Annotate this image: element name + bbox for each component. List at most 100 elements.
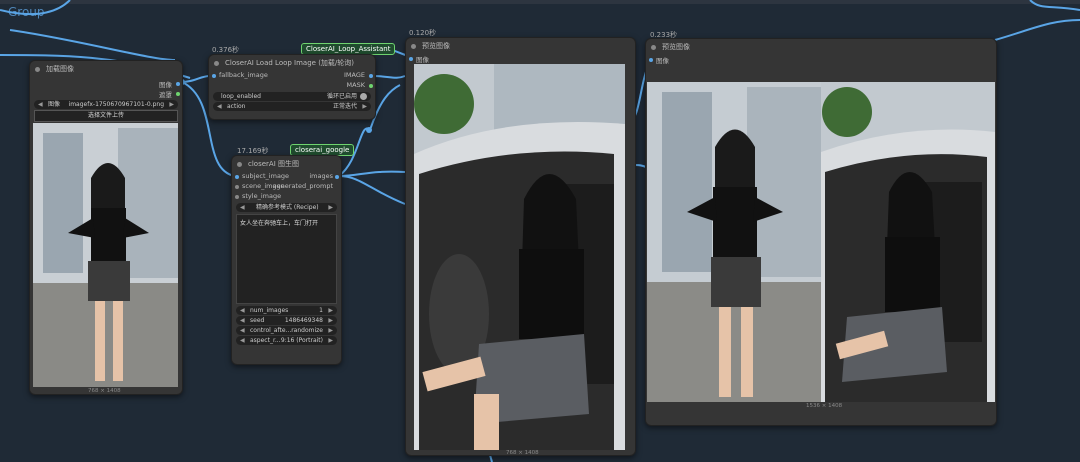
output-label: IMAGE (343, 71, 365, 79)
widget-value: 循环已启用 (326, 93, 357, 100)
port-row: style_image (232, 192, 341, 202)
output-label: images (309, 172, 333, 180)
node-header[interactable]: 加载图像 (30, 61, 182, 77)
widget-label: 图像 (48, 101, 61, 108)
widget-label: action (227, 103, 246, 110)
arrow-right-icon[interactable]: ▶ (328, 203, 333, 212)
arrow-left-icon[interactable]: ◀ (38, 100, 43, 109)
seed-widget[interactable]: ◀ seed 1486469348 ▶ (236, 316, 337, 325)
widget-value: 9:16 (Portrait) (280, 337, 323, 344)
arrow-right-icon[interactable]: ▶ (362, 102, 367, 111)
output-row: 图像 (30, 79, 182, 89)
preview-image-node-2[interactable]: 预览图像 图像 1536 × 1408 (645, 38, 997, 426)
node-header[interactable]: CloserAI Load Loop Image (加载/轮询) (209, 55, 375, 71)
node-title: closerAI 图生图 (248, 160, 299, 168)
node-title: CloserAI Load Loop Image (加载/轮询) (225, 59, 355, 67)
recipe-select-widget[interactable]: ◀ 精确参考模式 (Recipe) ▶ (236, 203, 337, 212)
input-label: subject_image (242, 172, 290, 180)
node-header[interactable]: closerAI 图生图 (232, 156, 341, 172)
collapse-dot-icon[interactable] (411, 44, 416, 49)
arrow-left-icon[interactable]: ◀ (217, 102, 222, 111)
widget-value: 正常迭代 (332, 103, 357, 110)
node-header[interactable]: 预览图像 (646, 39, 996, 55)
output-port-image[interactable] (176, 82, 180, 86)
arrow-left-icon[interactable]: ◀ (240, 203, 245, 212)
loop-enabled-toggle[interactable]: loop_enabled 循环已启用 (213, 92, 371, 101)
output-row: 遮罩 (30, 89, 182, 99)
port-row: subject_image images (232, 172, 341, 182)
widget-value: 1486469348 (284, 317, 323, 324)
node-title: 预览图像 (422, 42, 450, 50)
load-image-node[interactable]: 加载图像 图像 遮罩 ◀ 图像 imagefx-1750670967101-0.pn… (29, 60, 183, 395)
loaded-image-preview (33, 123, 178, 387)
output-port-images[interactable] (335, 175, 339, 179)
arrow-left-icon[interactable]: ◀ (240, 316, 245, 325)
output-label: MASK (346, 81, 365, 89)
input-label: 图像 (416, 56, 429, 64)
output-label: 图像 (159, 81, 172, 89)
input-port-fallback[interactable] (212, 74, 216, 78)
node-title: 加载图像 (46, 65, 74, 73)
arrow-right-icon[interactable]: ▶ (328, 306, 333, 315)
collapse-dot-icon[interactable] (651, 45, 656, 50)
port-row: scene_image generated_prompt (232, 182, 341, 192)
input-port-style[interactable] (235, 195, 239, 199)
arrow-right-icon[interactable]: ▶ (328, 316, 333, 325)
image-dimensions: 768 × 1408 (88, 388, 121, 394)
preview-image-2 (647, 82, 995, 402)
input-port-image[interactable] (649, 58, 653, 62)
aspect-ratio-widget[interactable]: ◀ aspect_r... 9:16 (Portrait) ▶ (236, 336, 337, 345)
control-after-widget[interactable]: ◀ control_afte... randomize ▶ (236, 326, 337, 335)
node-title: 预览图像 (662, 43, 690, 51)
preview-image-1 (414, 64, 625, 450)
widget-label: seed (250, 317, 265, 324)
arrow-left-icon[interactable]: ◀ (240, 326, 245, 335)
arrow-left-icon[interactable]: ◀ (240, 336, 245, 345)
widget-label: loop_enabled (221, 93, 261, 100)
preview-image-node-1[interactable]: 预览图像 图像 768 × 1408 (405, 37, 636, 456)
input-port-subject[interactable] (235, 175, 239, 179)
arrow-right-icon[interactable]: ▶ (328, 326, 333, 335)
input-port-scene[interactable] (235, 185, 239, 189)
output-label: 遮罩 (159, 91, 172, 99)
widget-value: imagefx-1750670967101-0.png (68, 101, 164, 108)
input-label: 图像 (656, 57, 669, 65)
image-dimensions: 768 × 1408 (506, 450, 539, 456)
top-bar (0, 0, 1080, 4)
widget-value: 1 (319, 307, 323, 314)
arrow-left-icon[interactable]: ◀ (240, 306, 245, 315)
num-images-widget[interactable]: ◀ num_images 1 ▶ (236, 306, 337, 315)
output-label: generated_prompt (272, 182, 333, 190)
image-to-image-node[interactable]: closerAI 图生图 subject_image images scene_i… (231, 155, 342, 365)
image-dimensions: 1536 × 1408 (806, 403, 843, 409)
output-port-mask[interactable] (369, 84, 373, 88)
port-row: 图像 (646, 55, 996, 65)
group-title[interactable]: Group (8, 5, 45, 19)
output-port-image[interactable] (369, 74, 373, 78)
action-select-widget[interactable]: ◀ action 正常迭代 ▶ (213, 102, 371, 111)
image-select-widget[interactable]: ◀ 图像 imagefx-1750670967101-0.png ▶ (34, 100, 178, 109)
arrow-right-icon[interactable]: ▶ (328, 336, 333, 345)
collapse-dot-icon[interactable] (214, 61, 219, 66)
upload-button[interactable]: 选择文件上传 (34, 110, 178, 122)
input-label: style_image (242, 192, 282, 200)
widget-value: randomize (291, 327, 323, 334)
loop-image-node[interactable]: CloserAI Load Loop Image (加载/轮询) fallbac… (208, 54, 376, 120)
toggle-knob-icon[interactable] (360, 93, 367, 100)
input-port-image[interactable] (409, 57, 413, 61)
port-row: fallback_image IMAGE (209, 71, 375, 81)
collapse-dot-icon[interactable] (237, 162, 242, 167)
widget-label: aspect_r... (250, 337, 281, 344)
output-port-mask[interactable] (176, 92, 180, 96)
port-row: 图像 (406, 54, 635, 64)
input-label: fallback_image (219, 71, 268, 79)
node-header[interactable]: 预览图像 (406, 38, 635, 54)
widget-label: num_images (250, 307, 289, 314)
port-row: MASK (209, 81, 375, 91)
prompt-textarea[interactable]: 女人坐在奔驰车上，车门打开 (236, 214, 337, 304)
arrow-right-icon[interactable]: ▶ (169, 100, 174, 109)
node-canvas[interactable]: Group 加载图像 图像 遮罩 ◀ 图像 imagefx-175067096710… (0, 0, 1080, 462)
collapse-dot-icon[interactable] (35, 67, 40, 72)
widget-label: control_afte... (250, 327, 292, 334)
widget-value: 精确参考模式 (Recipe) (256, 204, 319, 211)
